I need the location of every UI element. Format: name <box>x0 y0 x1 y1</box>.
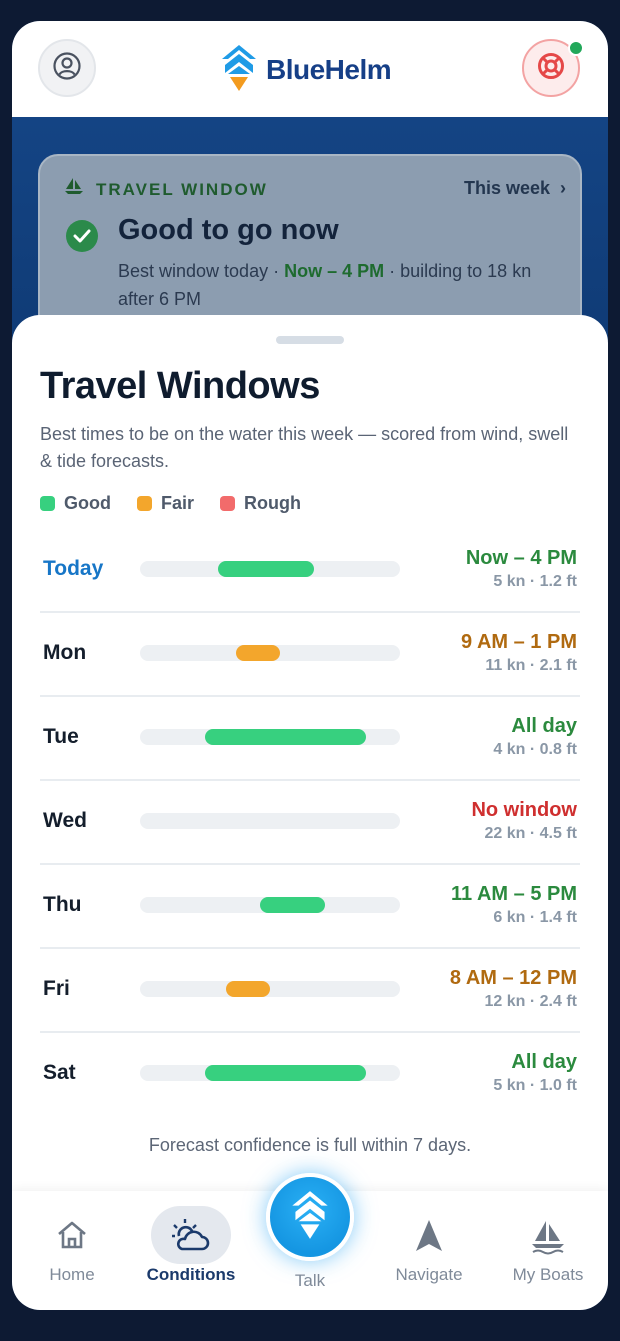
travel-window-label: TRAVEL WINDOW <box>96 180 268 199</box>
legend-item-rough: Rough <box>220 493 301 514</box>
app-header: BlueHelm <box>12 21 608 117</box>
window-time: 11 AM – 5 PM <box>451 883 577 905</box>
lifebuoy-icon <box>536 51 566 86</box>
wind-swell-conditions: 11 kn · 2.1 ft <box>485 657 577 674</box>
chevron-right-icon: › <box>560 178 566 198</box>
day-row-sat[interactable]: Sat All day 5 kn · 1.0 ft <box>40 1033 580 1117</box>
profile-button[interactable] <box>38 39 96 97</box>
navigation-arrow-icon <box>414 1219 444 1258</box>
window-bar <box>259 897 325 913</box>
wind-swell-conditions: 6 kn · 1.4 ft <box>493 909 577 926</box>
nav-home[interactable]: Home <box>17 1191 127 1310</box>
nav-navigate[interactable]: Navigate <box>374 1191 484 1310</box>
day-label: Today <box>43 557 104 580</box>
nav-label: Conditions <box>146 1265 236 1284</box>
forecast-confidence-note: Forecast confidence is full within 7 day… <box>148 1135 472 1155</box>
window-bar <box>225 981 270 997</box>
wind-swell-conditions: 4 kn · 0.8 ft <box>493 741 577 758</box>
window-time: Now – 4 PM <box>465 547 577 569</box>
legend-label: Fair <box>161 493 195 513</box>
sheet-title: Travel Windows <box>40 365 320 407</box>
window-track <box>140 561 400 577</box>
day-label: Thu <box>43 893 82 916</box>
window-bar <box>205 729 367 745</box>
sun-cloud-icon <box>172 1219 210 1258</box>
legend-swatch <box>220 496 236 511</box>
day-label: Sat <box>43 1061 76 1084</box>
legend-label: Good <box>64 493 111 513</box>
window-bar <box>236 645 281 661</box>
travel-windows-sheet: Travel Windows Best times to be on the w… <box>12 315 608 1215</box>
window-bar <box>205 1065 367 1081</box>
legend-swatch <box>137 496 152 511</box>
day-row-thu[interactable]: Thu 11 AM – 5 PM 6 kn · 1.4 ft <box>40 865 580 949</box>
this-week-link[interactable]: This week <box>464 178 550 199</box>
day-label: Fri <box>43 977 70 1000</box>
day-label: Wed <box>43 809 87 832</box>
wind-swell-conditions: 5 kn · 1.0 ft <box>493 1077 577 1094</box>
day-row-today[interactable]: Today Now – 4 PM 5 kn · 1.2 ft <box>40 529 580 613</box>
nav-label: My Boats <box>512 1265 584 1284</box>
check-circle-icon <box>66 220 98 252</box>
day-window-list: Today Now – 4 PM 5 kn · 1.2 ft Mon 9 AM … <box>40 529 580 1117</box>
home-icon <box>55 1219 89 1256</box>
window-bar <box>218 561 315 577</box>
notification-dot <box>568 40 584 56</box>
nav-my-boats[interactable]: My Boats <box>493 1191 603 1310</box>
rating-legend: Good Fair Rough <box>40 493 327 514</box>
helm-logo-icon <box>290 1189 330 1246</box>
nav-label: Navigate <box>395 1265 463 1284</box>
sheet-description: Best times to be on the water this week … <box>40 424 569 471</box>
talk-button[interactable] <box>266 1173 354 1261</box>
helm-logo-icon <box>220 43 258 98</box>
window-time: All day <box>511 1051 577 1073</box>
travel-window-status: Good to go now <box>118 214 339 246</box>
window-time: 8 AM – 12 PM <box>449 967 577 989</box>
sailboat-icon <box>530 1219 566 1260</box>
day-label: Mon <box>43 641 87 664</box>
legend-label: Rough <box>244 493 301 513</box>
window-track <box>140 729 400 745</box>
window-time: No window <box>471 799 577 821</box>
user-circle-icon <box>52 51 82 86</box>
nav-label: Home <box>49 1265 95 1284</box>
bottom-nav: Home Conditions Talk Navigate My Boats <box>12 1173 608 1310</box>
day-row-wed[interactable]: Wed No window 22 kn · 4.5 ft <box>40 781 580 865</box>
window-track <box>140 1065 400 1081</box>
brand-logo: BlueHelm <box>220 43 392 98</box>
window-track <box>140 897 400 913</box>
wind-swell-conditions: 22 kn · 4.5 ft <box>484 825 577 842</box>
day-row-fri[interactable]: Fri 8 AM – 12 PM 12 kn · 2.4 ft <box>40 949 580 1033</box>
day-row-mon[interactable]: Mon 9 AM – 1 PM 11 kn · 2.1 ft <box>40 613 580 697</box>
legend-swatch <box>40 496 55 511</box>
window-track <box>140 981 400 997</box>
nav-conditions[interactable]: Conditions <box>136 1191 246 1310</box>
day-row-tue[interactable]: Tue All day 4 kn · 0.8 ft <box>40 697 580 781</box>
window-time: All day <box>511 715 577 737</box>
window-track <box>140 645 400 661</box>
brand-name: BlueHelm <box>266 54 392 85</box>
travel-window-summary: Best window today · Now – 4 PM · buildin… <box>118 261 532 309</box>
legend-item-good: Good <box>40 493 111 514</box>
wind-swell-conditions: 12 kn · 2.4 ft <box>484 993 577 1010</box>
wind-swell-conditions: 5 kn · 1.2 ft <box>493 573 577 590</box>
talk-label: Talk <box>294 1271 326 1290</box>
window-track <box>140 813 400 829</box>
app-screen: TRAVEL WINDOW This week › Good to go now… <box>12 21 608 1310</box>
sheet-drag-handle[interactable] <box>276 336 344 344</box>
day-label: Tue <box>43 725 79 748</box>
window-time: 9 AM – 1 PM <box>461 631 577 653</box>
legend-item-fair: Fair <box>137 493 194 514</box>
sailboat-icon <box>64 177 84 200</box>
